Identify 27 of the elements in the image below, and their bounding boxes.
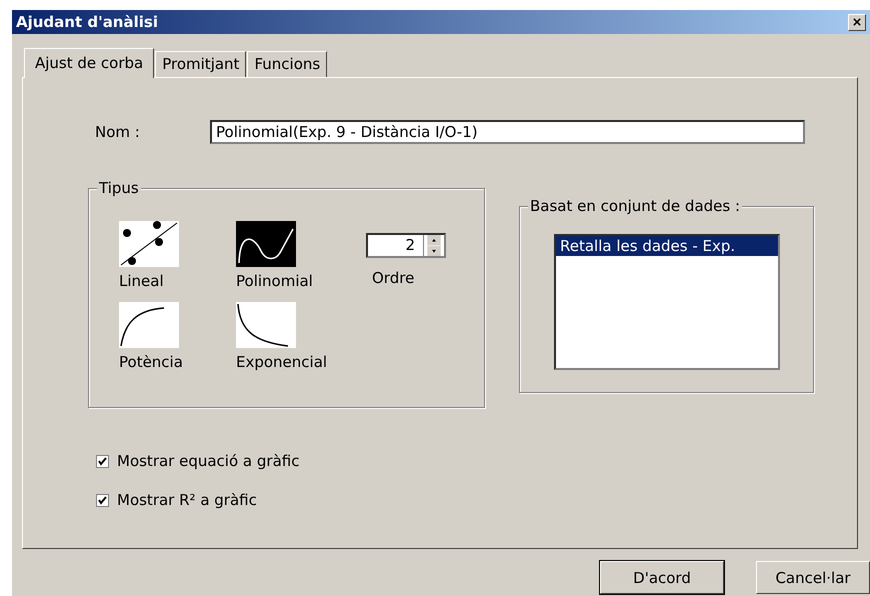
curve-type-label: Potència	[119, 353, 183, 371]
order-label: Ordre	[372, 269, 414, 287]
close-button[interactable]: ×	[848, 14, 866, 30]
window-title: Ajudant d'anàlisi	[16, 13, 158, 31]
group-title: Basat en conjunt de dades :	[528, 197, 742, 215]
falling-curve-icon[interactable]	[236, 302, 296, 348]
cancel-button[interactable]: Cancel·lar	[756, 561, 870, 594]
checkbox-label: Mostrar equació a gràfic	[117, 452, 300, 470]
name-field[interactable]: Polinomial(Exp. 9 - Distància I/O-1)	[210, 120, 805, 144]
curve-type-label: Exponencial	[236, 353, 328, 371]
order-value: 2	[404, 235, 416, 256]
order-spinner[interactable]: 2	[366, 233, 446, 258]
rising-curve-icon[interactable]	[119, 302, 179, 348]
checkbox[interactable]	[96, 454, 109, 468]
wave-curve-icon[interactable]	[236, 221, 296, 267]
curve-type-label: Lineal	[119, 272, 164, 290]
checkbox[interactable]	[96, 494, 109, 506]
group-title: Tipus	[97, 179, 141, 197]
curve-type-label: Polinomial	[236, 272, 313, 290]
checkbox-label: Mostrar R² a gràfic	[117, 491, 257, 509]
tab[interactable]: Ajust de corba	[24, 48, 154, 78]
ok-button[interactable]: D'acord	[600, 561, 724, 594]
list-item[interactable]: Retalla les dades - Exp.	[556, 236, 778, 256]
scatter-line-icon[interactable]	[119, 221, 179, 267]
name-label: Nom :	[95, 123, 141, 141]
tab[interactable]: Funcions	[247, 51, 328, 77]
tab[interactable]: Promitjant	[155, 51, 246, 77]
